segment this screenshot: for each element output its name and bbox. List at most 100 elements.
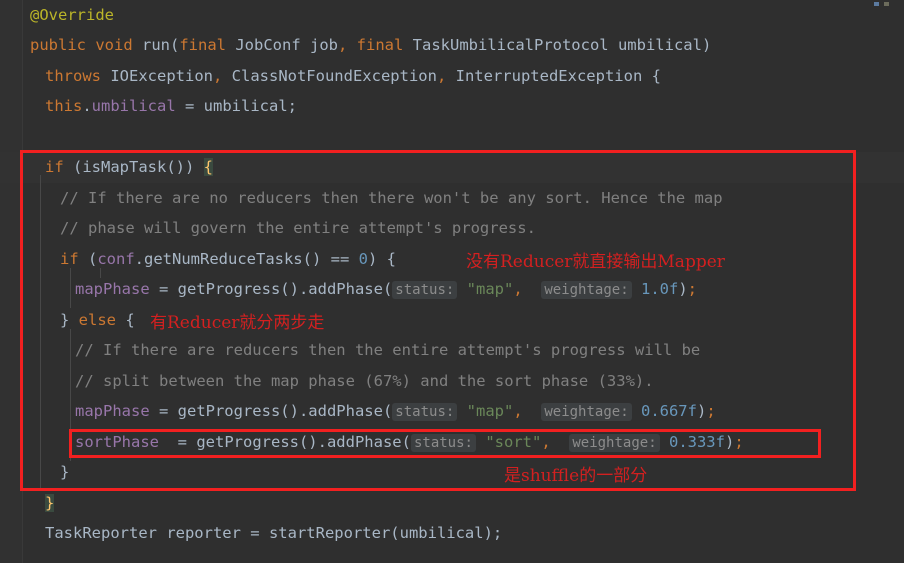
code-token: "map" [466, 280, 514, 298]
code-token: sortPhase [75, 433, 159, 451]
indent-guide [100, 268, 101, 278]
line-blank-1[interactable] [0, 122, 904, 153]
code-token: // If there are reducers then the entire… [75, 341, 701, 359]
code-token: // If there are no reducers then there w… [60, 189, 723, 207]
code-token: throws [45, 67, 111, 85]
code-lines-container: @Override public void run(final JobConf j… [0, 0, 904, 563]
line-comment-2[interactable]: // phase will govern the entire attempt'… [0, 213, 904, 244]
marker-2[interactable] [884, 2, 889, 6]
code-token: reporter = startReporter(umbilical); [156, 524, 503, 542]
code-token: if [60, 250, 88, 268]
line-override[interactable]: @Override [0, 0, 904, 31]
code-editor-viewport[interactable]: @Override public void run(final JobConf j… [0, 0, 904, 563]
code-token: (isMapTask()) [73, 158, 204, 176]
code-token: ( [88, 250, 98, 268]
code-token: ) [701, 36, 712, 54]
note-has-reducer: 有Reducer就分两步走 [150, 313, 325, 333]
code-token: . [82, 97, 92, 115]
code-token: = getProgress().addPhase( [159, 433, 411, 451]
code-token: mapPhase [75, 402, 150, 420]
code-token: ) [696, 402, 707, 420]
code-token: 0.667f [640, 402, 697, 420]
code-token: , [513, 402, 523, 420]
code-token: InterruptedException { [455, 67, 661, 85]
code-token: void [95, 36, 142, 54]
code-token: TaskUmbilicalProtocol umbilical [412, 36, 702, 54]
line-taskreporter[interactable]: TaskReporter reporter = startReporter(um… [0, 518, 904, 549]
code-token: this [45, 97, 83, 115]
line-if-ismaptask[interactable]: if (isMapTask()) { [0, 152, 904, 183]
line-mapphase-1[interactable]: mapPhase = getProgress().addPhase(status… [0, 274, 904, 305]
line-sortphase[interactable]: sortPhase = getProgress().addPhase(statu… [0, 427, 904, 458]
line-mapphase-2[interactable]: mapPhase = getProgress().addPhase(status… [0, 396, 904, 427]
code-token: 1.0f [640, 280, 679, 298]
code-token: weightage: [541, 281, 632, 299]
code-token: public [30, 36, 96, 54]
code-token: status: [392, 281, 458, 299]
line-throws[interactable]: throws IOException, ClassNotFoundExcepti… [0, 61, 904, 92]
note-shuffle-part: 是shuffle的一部分 [504, 466, 648, 486]
code-token: final [356, 36, 413, 54]
line-else[interactable]: } else { [0, 305, 904, 336]
indent-guide [70, 329, 71, 461]
line-signature[interactable]: public void run(final JobConf job, final… [0, 30, 904, 61]
indent-guide [40, 175, 41, 490]
code-token: run [142, 36, 170, 54]
code-token: , [513, 280, 523, 298]
code-token: { [125, 311, 135, 329]
code-token: mapPhase [75, 280, 150, 298]
code-token: ) { [367, 250, 396, 268]
code-token: "sort" [485, 433, 542, 451]
code-token: , [436, 67, 456, 85]
line-this-umbilical[interactable]: this.umbilical = umbilical; [0, 91, 904, 122]
code-token: // split between the map phase (67%) and… [75, 372, 654, 390]
code-token: = getProgress().addPhase( [149, 402, 393, 420]
code-token: conf [97, 250, 135, 268]
code-token: if [45, 158, 73, 176]
code-token: , [212, 67, 232, 85]
line-comment-3[interactable]: // If there are reducers then the entire… [0, 335, 904, 366]
code-token: 0.333f [668, 433, 725, 451]
code-token: ; [734, 433, 744, 451]
line-close-else[interactable]: } [0, 457, 904, 488]
code-token: final [179, 36, 236, 54]
code-token: , [338, 36, 357, 54]
code-token: ( [170, 36, 180, 54]
code-token: weightage: [541, 403, 632, 421]
line-comment-4[interactable]: // split between the map phase (67%) and… [0, 366, 904, 397]
line-comment-1[interactable]: // If there are no reducers then there w… [0, 183, 904, 214]
indent-guide [70, 268, 71, 308]
code-token: 0 [358, 250, 368, 268]
line-close-if[interactable]: } [0, 488, 904, 519]
line-if-numreduce[interactable]: if (conf.getNumReduceTasks() == 0) { [0, 244, 904, 275]
code-token: // phase will govern the entire attempt'… [60, 219, 536, 237]
code-token: , [541, 433, 551, 451]
code-token: ; [706, 402, 716, 420]
code-token: } [45, 494, 55, 512]
code-token: .getNumReduceTasks() == [134, 250, 359, 268]
code-token: else [78, 311, 126, 329]
code-token: } [60, 311, 79, 329]
code-token: { [203, 158, 213, 176]
code-token: TaskReporter [45, 524, 157, 542]
code-token: ) [724, 433, 735, 451]
code-token: status: [410, 434, 476, 452]
code-token: weightage: [569, 434, 660, 452]
marker-1[interactable] [874, 2, 879, 6]
code-token: = getProgress().addPhase( [149, 280, 393, 298]
code-token: ; [687, 280, 697, 298]
code-token: "map" [466, 402, 514, 420]
code-token: = umbilical; [175, 97, 297, 115]
code-token: } [60, 463, 70, 481]
code-token: ) [678, 280, 688, 298]
code-token: umbilical [91, 97, 176, 115]
